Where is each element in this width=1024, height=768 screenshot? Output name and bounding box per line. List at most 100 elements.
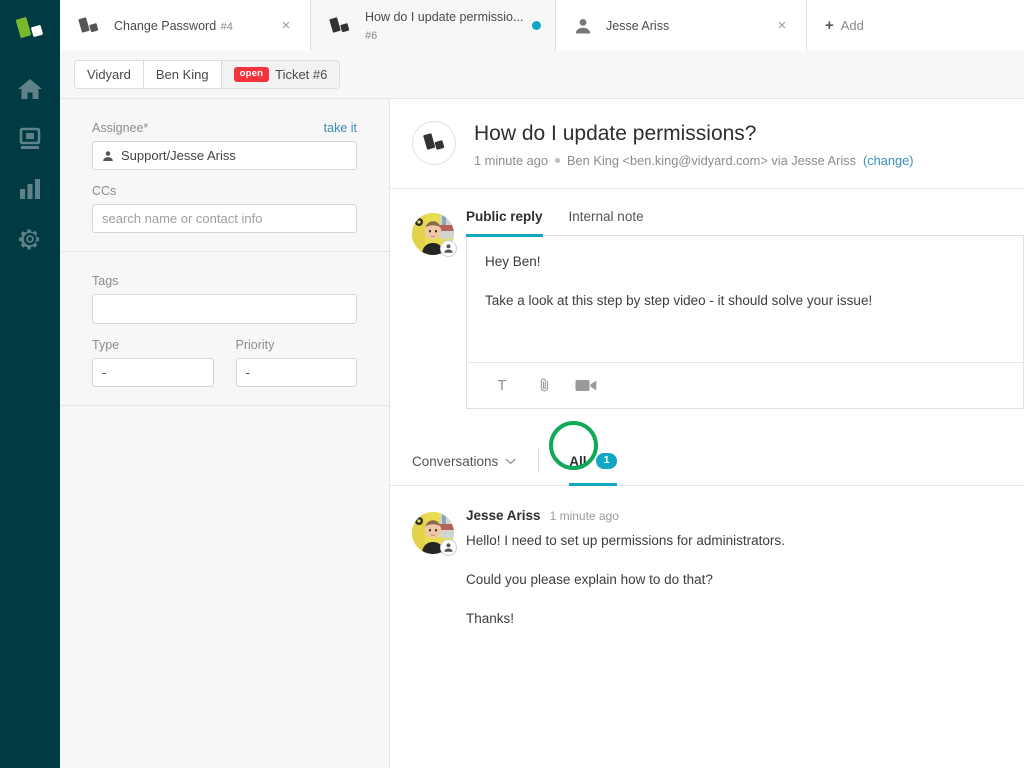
settings-gear-icon [18, 227, 42, 251]
breadcrumb-item-organization[interactable]: Vidyard [75, 61, 144, 88]
breadcrumb-item-contact[interactable]: Ben King [144, 61, 222, 88]
vidyard-mark-icon [78, 16, 100, 36]
sidebar-item-home[interactable] [7, 64, 53, 114]
ticket-header-text: How do I update permissions? 1 minute ag… [474, 121, 914, 168]
message-body: Jesse Ariss 1 minute ago Hello! I need t… [466, 508, 1024, 630]
breadcrumb-item-ticket[interactable]: open Ticket #6 [222, 61, 340, 88]
tab-public-reply[interactable]: Public reply [466, 209, 543, 235]
composer-body: Public reply Internal note Hey Ben! Take… [466, 209, 1024, 409]
attachment-paperclip-icon[interactable] [525, 367, 563, 405]
take-it-link[interactable]: take it [324, 121, 357, 135]
text-format-icon[interactable]: T [483, 367, 521, 405]
reply-textarea[interactable]: Hey Ben! Take a look at this step by ste… [467, 236, 1023, 362]
conversations-dropdown[interactable]: Conversations [412, 437, 538, 485]
home-icon [17, 77, 43, 101]
ccs-input[interactable]: search name or contact info [92, 204, 357, 233]
sidebar-item-analytics[interactable] [7, 164, 53, 214]
reply-line: Take a look at this step by step video -… [485, 291, 1005, 312]
ticket-meta: 1 minute ago Ben King <ben.king@vidyard.… [474, 153, 914, 168]
priority-select[interactable]: - [236, 358, 358, 387]
add-tab-button[interactable]: + Add [807, 0, 1024, 51]
message-header: Jesse Ariss 1 minute ago [466, 508, 1024, 523]
tags-label-row: Tags [92, 274, 357, 288]
ticket-properties-panel: Assignee* take it Support/Jesse Ariss [60, 99, 390, 768]
breadcrumb-label: Ticket #6 [275, 67, 327, 82]
message-item: Jesse Ariss 1 minute ago Hello! I need t… [390, 486, 1024, 630]
vidyard-logo[interactable] [10, 10, 50, 50]
sidebar-item-settings[interactable] [7, 214, 53, 264]
record-video-icon[interactable] [567, 367, 605, 405]
tab-internal-note[interactable]: Internal note [569, 209, 644, 235]
ticket-main-content: How do I update permissions? 1 minute ag… [390, 99, 1024, 768]
change-requester-link[interactable]: (change) [863, 153, 914, 168]
person-icon [102, 150, 114, 162]
assignee-value: Support/Jesse Ariss [121, 148, 236, 163]
tab-text: Change Password #4 [114, 17, 276, 35]
breadcrumb-bar: Vidyard Ben King open Ticket #6 [60, 51, 1024, 99]
tab-jesse-ariss[interactable]: Jesse Ariss × [556, 0, 807, 51]
type-select[interactable]: - [92, 358, 214, 387]
close-icon[interactable]: × [276, 16, 296, 36]
tab-subtitle: #4 [221, 21, 233, 33]
priority-label: Priority [236, 338, 275, 352]
filter-all-label: All [569, 454, 586, 469]
page-title: How do I update permissions? [474, 121, 914, 146]
properties-section-classification: Tags Type - Priority [60, 252, 389, 406]
tab-how-do-i-update-permissions[interactable]: How do I update permissio... #6 [311, 0, 556, 51]
tab-strip: Change Password #4 × How do I update per… [60, 0, 1024, 51]
sidebar-item-inbox[interactable] [7, 114, 53, 164]
tab-title: Jesse Ariss [606, 19, 669, 33]
ticket-requester: Ben King <ben.king@vidyard.com> via Jess… [567, 153, 856, 168]
type-field-group: Type - [92, 338, 214, 387]
ccs-label: CCs [92, 184, 116, 198]
tab-title: How do I update permissio... [365, 10, 523, 24]
breadcrumb-label: Ben King [156, 67, 209, 82]
message-line: Could you please explain how to do that? [466, 570, 1024, 591]
text-format-glyph: T [497, 377, 506, 394]
breadcrumb: Vidyard Ben King open Ticket #6 [74, 60, 340, 89]
properties-panel-filler [60, 406, 389, 768]
composer-box: Hey Ben! Take a look at this step by ste… [466, 236, 1024, 409]
filter-all-count: 1 [596, 453, 618, 469]
analytics-icon [18, 178, 42, 200]
chevron-down-icon [505, 458, 516, 465]
tab-change-password[interactable]: Change Password #4 × [60, 0, 311, 51]
body-split: Assignee* take it Support/Jesse Ariss [60, 99, 1024, 768]
ccs-field-group: CCs search name or contact info [92, 184, 357, 233]
left-nav-rail [0, 0, 60, 768]
unsaved-changes-dot [532, 21, 541, 30]
status-badge: open [234, 67, 270, 82]
ticket-header: How do I update permissions? 1 minute ag… [390, 99, 1024, 189]
app-root: Change Password #4 × How do I update per… [0, 0, 1024, 768]
type-label: Type [92, 338, 119, 352]
main-column: Change Password #4 × How do I update per… [60, 0, 1024, 768]
tab-text: Jesse Ariss [606, 17, 772, 35]
assignee-label-row: Assignee* take it [92, 121, 357, 135]
message-author: Jesse Ariss [466, 508, 541, 523]
message-timestamp: 1 minute ago [550, 509, 619, 523]
priority-label-row: Priority [236, 338, 358, 352]
priority-field-group: Priority - [236, 338, 358, 387]
properties-section-people: Assignee* take it Support/Jesse Ariss [60, 99, 389, 252]
message-line: Hello! I need to set up permissions for … [466, 531, 1024, 552]
person-icon [574, 17, 592, 35]
ticket-timestamp: 1 minute ago [474, 153, 548, 168]
breadcrumb-label: Vidyard [87, 67, 131, 82]
vidyard-mark-icon [329, 16, 351, 36]
close-icon[interactable]: × [772, 16, 792, 36]
composer-toolbar: T [467, 362, 1023, 408]
divider [538, 449, 539, 473]
tab-subtitle: #6 [365, 30, 377, 42]
tab-title: Change Password [114, 19, 216, 33]
tags-input[interactable] [92, 294, 357, 324]
type-priority-row: Type - Priority - [92, 338, 357, 387]
filter-tab-all[interactable]: All 1 [569, 437, 617, 485]
reply-composer: Public reply Internal note Hey Ben! Take… [390, 189, 1024, 409]
assignee-input[interactable]: Support/Jesse Ariss [92, 141, 357, 170]
composer-tabs: Public reply Internal note [466, 209, 1024, 236]
meta-separator-dot [555, 158, 560, 163]
inbox-icon [18, 127, 42, 151]
assignee-field-group: Assignee* take it Support/Jesse Ariss [92, 121, 357, 170]
message-text: Hello! I need to set up permissions for … [466, 531, 1024, 630]
type-label-row: Type [92, 338, 214, 352]
